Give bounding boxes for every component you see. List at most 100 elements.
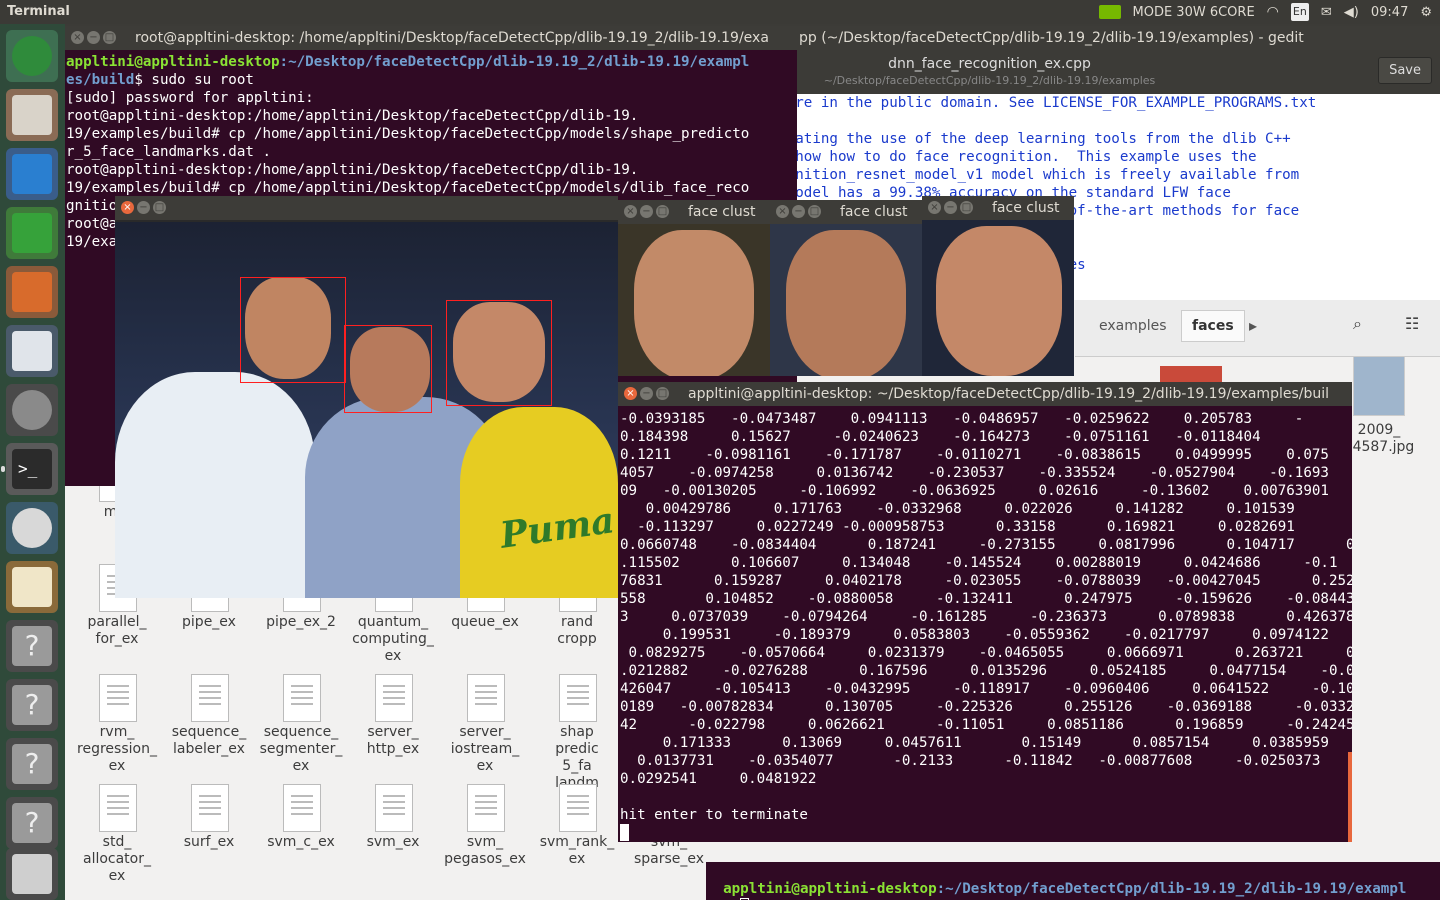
unknown-app-launcher-4[interactable]: ?: [6, 797, 58, 849]
trash-icon: [12, 854, 52, 894]
file-label[interactable]: server_ iostream_ ex: [439, 724, 531, 775]
writer-launcher[interactable]: [6, 148, 58, 200]
settings-gear-icon[interactable]: ⚙: [1420, 5, 1432, 20]
file-icon[interactable]: [467, 674, 505, 722]
minimize-button[interactable]: −: [640, 387, 653, 400]
minimize-button[interactable]: −: [792, 205, 805, 218]
file-label[interactable]: svm_ pegasos_ex: [439, 834, 531, 868]
files-toolbar: examples faces ▸ ⌕ ☷: [1075, 300, 1440, 357]
file-label[interactable]: surf_ex: [163, 834, 255, 851]
view-list-icon[interactable]: ☷: [1405, 314, 1419, 333]
file-label[interactable]: svm_rank_ ex: [531, 834, 623, 868]
code-line: library. In it, we will show how to do f…: [797, 149, 1257, 165]
close-button[interactable]: ×: [928, 201, 941, 214]
prompt-path: :~/Desktop/faceDetectCpp/dlib-19.19_2/dl…: [279, 54, 750, 70]
power-mode-label[interactable]: MODE 30W 6CORE: [1133, 5, 1255, 20]
file-icon[interactable]: [559, 784, 597, 832]
ubuntu-dash-button[interactable]: [6, 30, 58, 82]
search-icon[interactable]: ⌕: [1353, 314, 1362, 334]
breadcrumb-examples[interactable]: examples: [1099, 318, 1167, 334]
unknown-app-launcher-3[interactable]: ?: [6, 738, 58, 790]
title-bar: × − □ root@appltini-desktop: /home/appltin…: [65, 26, 797, 50]
file-cabinet-icon: [12, 95, 52, 135]
calc-launcher[interactable]: [6, 207, 58, 259]
document-path: ~/Desktop/faceDetectCpp/dlib-19.19_2/dli…: [823, 74, 1156, 87]
unknown-app-launcher-2[interactable]: ?: [6, 679, 58, 731]
minimize-button[interactable]: −: [640, 205, 653, 218]
minimize-button[interactable]: −: [137, 201, 150, 214]
close-button[interactable]: ×: [624, 205, 637, 218]
file-label[interactable]: quantum_ computing_ ex: [347, 614, 439, 665]
ubuntu-logo-icon: [12, 36, 52, 76]
file-label[interactable]: pipe_ex_2: [255, 614, 347, 631]
title-bar: × − □ face clust: [618, 200, 770, 224]
system-settings-launcher[interactable]: [6, 384, 58, 436]
wifi-icon[interactable]: ◠: [1267, 4, 1279, 20]
close-button[interactable]: ×: [71, 31, 84, 44]
maximize-button[interactable]: □: [656, 205, 669, 218]
face-cluster-window-1: × − □ face clust: [618, 200, 770, 376]
file-icon[interactable]: [283, 674, 321, 722]
file-label[interactable]: pipe_ex: [163, 614, 255, 631]
prompt-user: appltini@appltini-desktop: [723, 881, 937, 897]
terminal-launcher[interactable]: >_: [6, 443, 58, 495]
nvidia-icon[interactable]: [1098, 5, 1121, 19]
output-line: 0.0137731 -0.0354077 -0.2133 -0.11842 -0…: [620, 753, 1321, 769]
file-label[interactable]: svm_ex: [347, 834, 439, 851]
file-label[interactable]: parallel_ for_ex: [71, 614, 163, 648]
maximize-button[interactable]: □: [960, 201, 973, 214]
image-thumbnail[interactable]: [1353, 356, 1405, 416]
file-icon[interactable]: [191, 674, 229, 722]
mail-icon[interactable]: ✉: [1321, 5, 1332, 20]
maximize-button[interactable]: □: [656, 387, 669, 400]
file-icon[interactable]: [375, 784, 413, 832]
close-button[interactable]: ×: [624, 387, 637, 400]
keyboard-layout-indicator[interactable]: En: [1290, 3, 1309, 21]
title-bar: pp (~/Desktop/faceDetectCpp/dlib-19.19_2…: [797, 26, 1440, 50]
chevron-right-icon[interactable]: ▸: [1249, 316, 1257, 335]
scrollbar[interactable]: [1348, 752, 1352, 842]
maximize-button[interactable]: □: [103, 31, 116, 44]
trash-launcher[interactable]: [6, 848, 58, 900]
file-label[interactable]: std_ allocator_ ex: [71, 834, 163, 885]
clock[interactable]: 09:47: [1371, 5, 1408, 20]
text-editor-launcher[interactable]: [6, 561, 58, 613]
impress-launcher[interactable]: [6, 266, 58, 318]
bottom-terminal-window[interactable]: appltini@appltini-desktop:~/Desktop/face…: [706, 862, 1440, 900]
file-label[interactable]: sequence_ segmenter_ ex: [255, 724, 347, 775]
breadcrumb-faces[interactable]: faces: [1181, 310, 1245, 342]
file-icon[interactable]: [99, 784, 137, 832]
close-button[interactable]: ×: [776, 205, 789, 218]
unknown-app-launcher-1[interactable]: ?: [6, 620, 58, 672]
software-center-launcher[interactable]: [6, 325, 58, 377]
terminal-output[interactable]: -0.0393185 -0.0473487 0.0941113 -0.04869…: [620, 410, 1352, 842]
files-launcher[interactable]: [6, 89, 58, 141]
file-label[interactable]: sequence_ labeler_ex: [163, 724, 255, 758]
maximize-button[interactable]: □: [153, 201, 166, 214]
save-button[interactable]: Save: [1378, 57, 1432, 84]
top-panel: Terminal MODE 30W 6CORE ◠ En ✉ ◀) 09:47 …: [0, 0, 1440, 24]
volume-icon[interactable]: ◀): [1344, 5, 1359, 20]
file-icon[interactable]: [375, 674, 413, 722]
file-label[interactable]: svm_c_ex: [255, 834, 347, 851]
file-label[interactable]: rvm_ regression_ ex: [71, 724, 163, 775]
file-label[interactable]: rand cropp: [531, 614, 623, 648]
output-line: -0.113297 0.0227249 -0.000958753 0.33158…: [620, 519, 1295, 535]
output-line: -0.0393185 -0.0473487 0.0941113 -0.04869…: [620, 411, 1304, 427]
output-line: 4057 -0.0974258 0.0136742 -0.230537 -0.3…: [620, 465, 1329, 481]
file-icon[interactable]: [559, 674, 597, 722]
file-label[interactable]: server_ http_ex: [347, 724, 439, 758]
close-button[interactable]: ×: [121, 201, 134, 214]
output-line: 0.199531 -0.189379 0.0583803 -0.0559362 …: [620, 627, 1329, 643]
output-line: 0.0660748 -0.0834404 0.187241 -0.273155 …: [620, 537, 1352, 553]
minimize-button[interactable]: −: [944, 201, 957, 214]
prompt-user: appltini@appltini-desktop: [66, 54, 280, 70]
file-icon[interactable]: [99, 674, 137, 722]
file-icon[interactable]: [467, 784, 505, 832]
file-icon[interactable]: [283, 784, 321, 832]
maximize-button[interactable]: □: [808, 205, 821, 218]
software-updater-launcher[interactable]: [6, 502, 58, 554]
minimize-button[interactable]: −: [87, 31, 100, 44]
file-icon[interactable]: [191, 784, 229, 832]
file-label[interactable]: queue_ex: [439, 614, 531, 631]
